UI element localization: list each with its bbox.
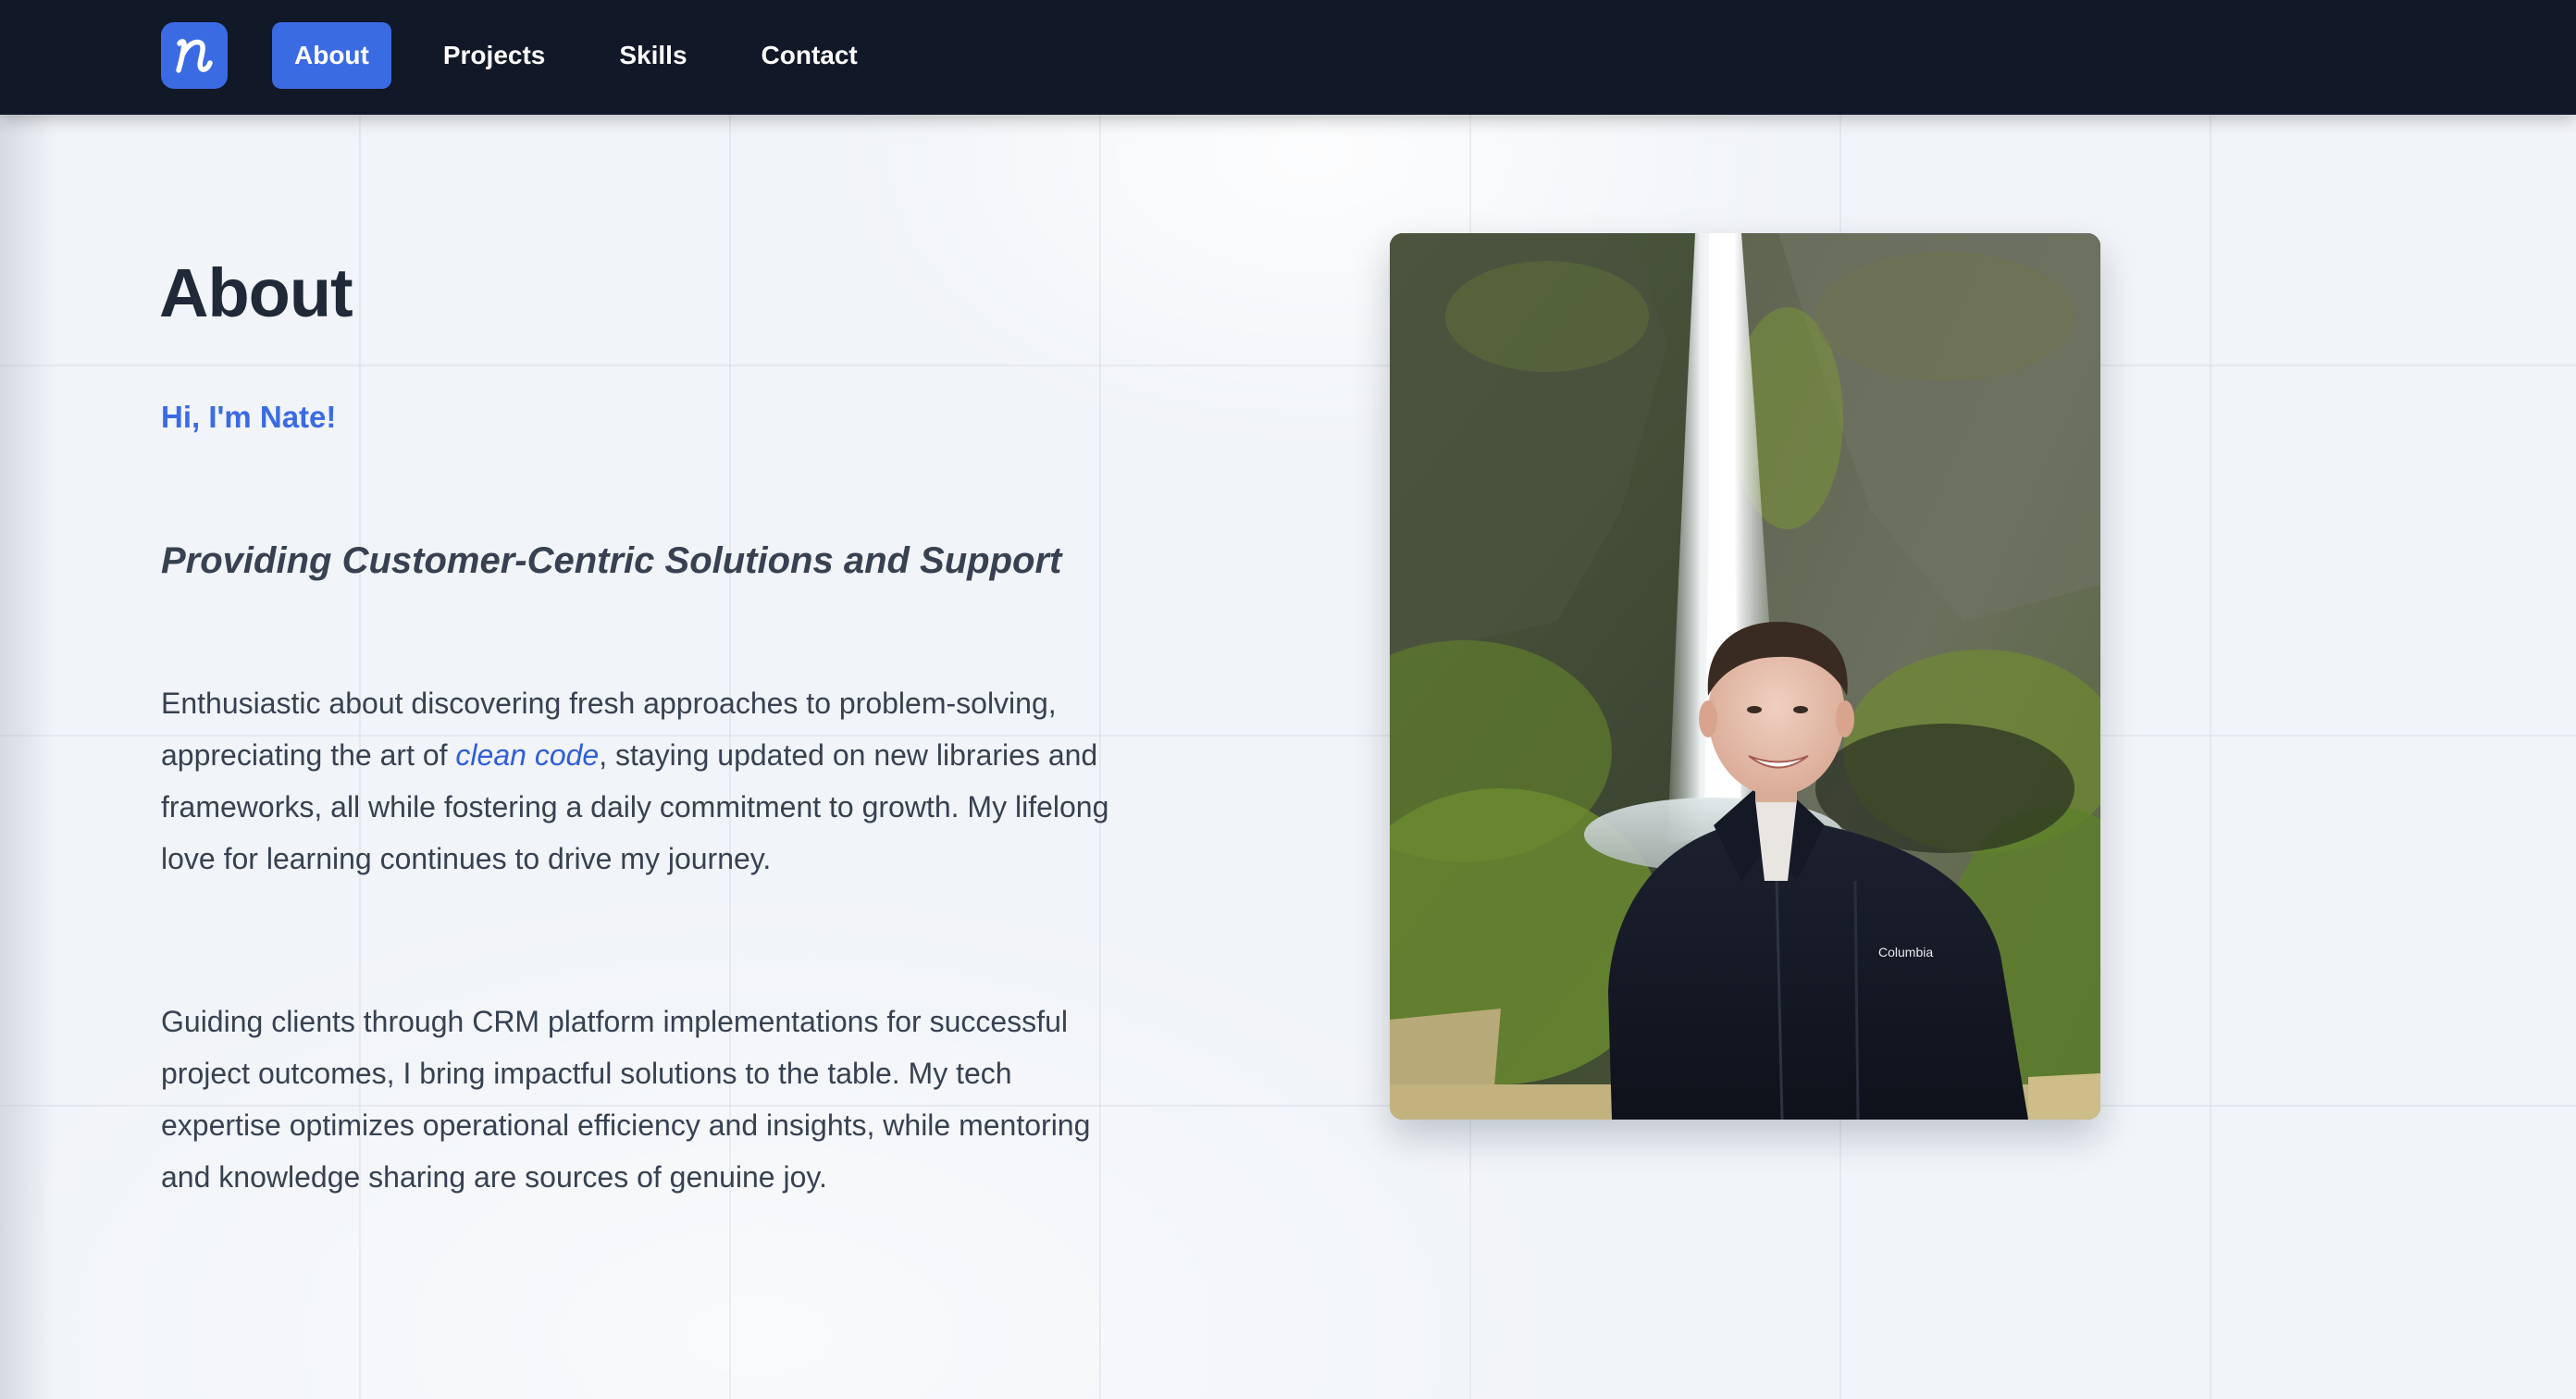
tagline: Providing Customer-Centric Solutions and…: [161, 540, 1062, 581]
clean-code-link[interactable]: clean code: [455, 738, 599, 772]
greeting-heading: Hi, I'm Nate!: [161, 400, 337, 434]
nav-link-contact[interactable]: Contact: [739, 22, 880, 89]
top-nav-bar: About Projects Skills Contact: [0, 0, 2576, 115]
experience-paragraph: Guiding clients through CRM platform imp…: [161, 1005, 1091, 1194]
nav-link-skills[interactable]: Skills: [597, 22, 709, 89]
n-logo-icon: [170, 31, 218, 80]
about-section: About Hi, I'm Nate! Providing Customer-C…: [0, 115, 2576, 1399]
nav-link-about[interactable]: About: [272, 22, 391, 89]
home-logo-button[interactable]: [161, 22, 228, 89]
nav-link-projects[interactable]: Projects: [421, 22, 568, 89]
main-nav: About Projects Skills Contact: [272, 22, 910, 89]
profile-photo: Columbia: [1390, 233, 2100, 1120]
intro-paragraph: Enthusiastic about discovering fresh app…: [161, 677, 1123, 885]
jacket-brand-text: Columbia: [1878, 945, 1933, 959]
page-title: About: [159, 254, 353, 331]
